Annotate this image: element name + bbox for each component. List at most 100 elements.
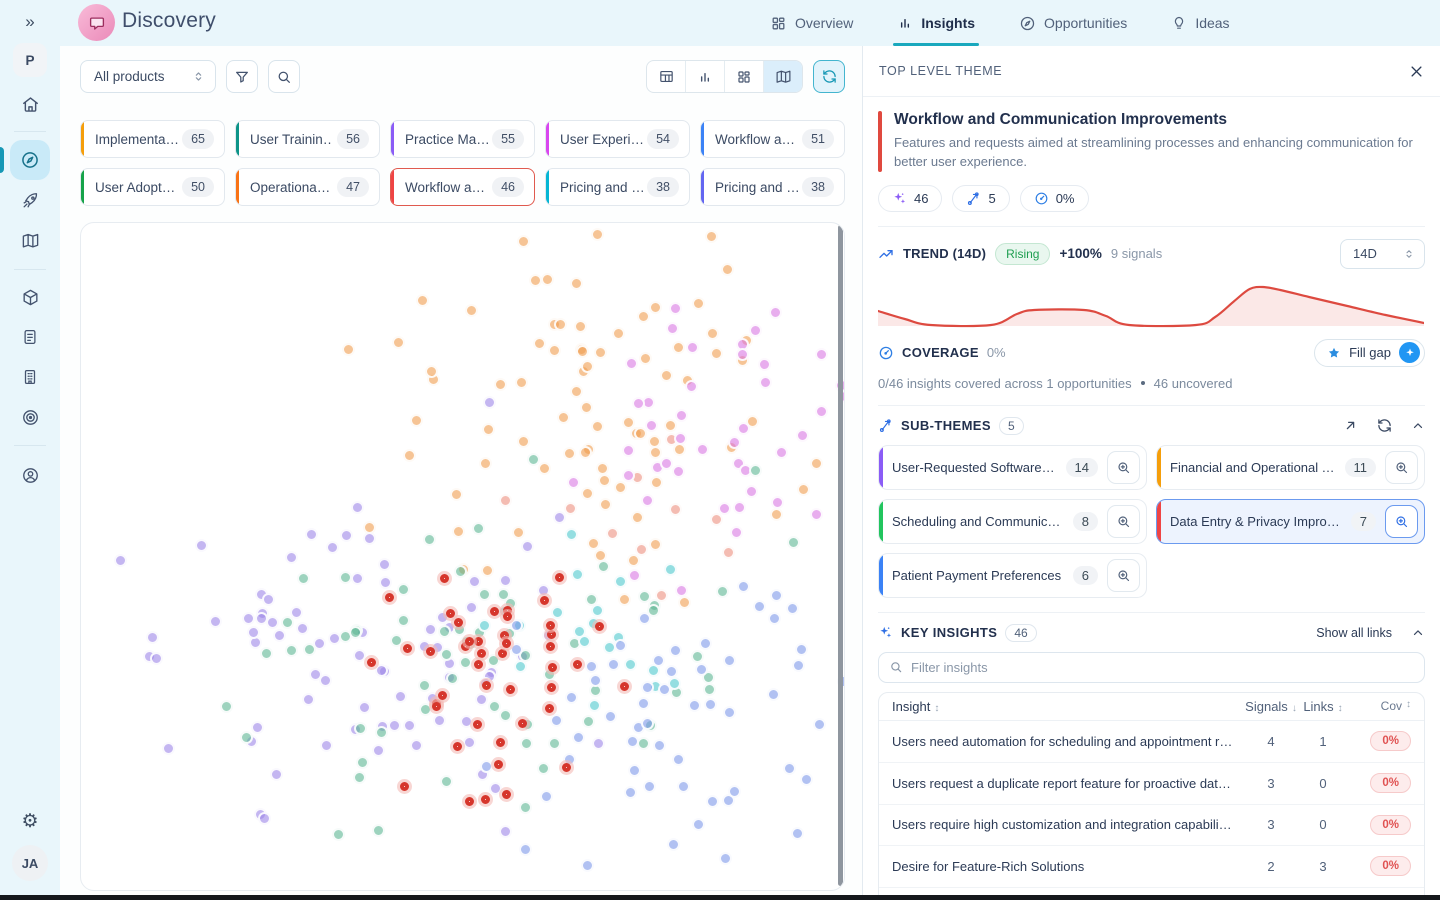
insight-point-training-green[interactable] (520, 737, 533, 750)
insight-point-workflow-periwinkle[interactable] (572, 731, 585, 744)
insight-point-implementation-orange[interactable] (452, 525, 465, 538)
col-signals[interactable]: Signals↓ (1245, 699, 1297, 714)
subtheme-card[interactable]: Data Entry & Privacy Improv… 7 (1156, 499, 1425, 544)
insight-point-user-experience-orchid[interactable] (718, 502, 731, 515)
insight-point-training-green[interactable] (691, 650, 704, 663)
insight-point-user-adoption-purple[interactable] (150, 652, 163, 665)
insight-point-training-green[interactable] (497, 588, 510, 601)
insight-point-training-green[interactable] (478, 588, 491, 601)
insight-point-user-adoption-purple[interactable] (363, 532, 376, 545)
insight-point-data-entry-privacy-selected[interactable] (498, 649, 507, 658)
insight-point-training-green[interactable] (220, 700, 233, 713)
insight-point-workflow-periwinkle[interactable] (665, 665, 678, 678)
insight-point-implementation-orange[interactable] (416, 294, 429, 307)
insight-point-data-entry-privacy-selected[interactable] (494, 760, 503, 769)
app-logo-chat-bubble-icon[interactable] (78, 4, 115, 41)
insight-point-user-adoption-purple[interactable] (424, 623, 437, 636)
insight-point-training-green[interactable] (440, 775, 453, 788)
insight-point-training-green[interactable] (749, 464, 762, 477)
insight-point-user-experience-orchid[interactable] (771, 496, 784, 509)
insight-point-user-adoption-purple[interactable] (320, 739, 333, 752)
insight-point-data-entry-privacy-selected[interactable] (473, 720, 482, 729)
insight-point-implementation-orange[interactable] (392, 336, 405, 349)
insight-point-implementation-orange[interactable] (481, 564, 494, 577)
insight-point-implementation-orange[interactable] (450, 488, 463, 501)
insight-point-training-green[interactable] (787, 536, 800, 549)
insight-point-workflow-periwinkle[interactable] (589, 674, 602, 687)
insight-point-data-entry-privacy-selected[interactable] (555, 573, 564, 582)
insight-point-training-green[interactable] (356, 756, 369, 769)
insight-point-implementation-orange[interactable] (479, 457, 492, 470)
insight-point-training-green[interactable] (418, 679, 431, 692)
insight-point-implementation-orange[interactable] (517, 435, 530, 448)
insight-point-implementation-orange[interactable] (797, 483, 810, 496)
insight-point-pricing-cyan[interactable] (565, 528, 578, 541)
expand-sidebar-icon[interactable]: » (0, 8, 60, 36)
insight-point-implementation-orange[interactable] (570, 277, 583, 290)
insight-point-data-entry-privacy-selected[interactable] (453, 742, 462, 751)
subtheme-card[interactable]: Financial and Operational Tr… 11 (1156, 445, 1425, 490)
open-external-icon[interactable] (1343, 418, 1358, 433)
insight-point-user-adoption-purple[interactable] (195, 539, 208, 552)
insight-point-workflow-periwinkle[interactable] (767, 688, 780, 701)
insight-point-training-green[interactable] (353, 771, 366, 784)
insight-point-data-entry-privacy-selected[interactable] (385, 593, 394, 602)
insight-point-implementation-orange[interactable] (649, 301, 662, 314)
insight-point-workflow-periwinkle[interactable] (677, 780, 690, 793)
insight-point-user-adoption-purple[interactable] (242, 612, 255, 625)
coverage-badge[interactable]: 0% (1020, 185, 1089, 212)
insight-point-user-adoption-purple[interactable] (468, 575, 481, 588)
insight-point-training-green[interactable] (440, 648, 453, 661)
insight-point-data-entry-privacy-selected[interactable] (446, 609, 455, 618)
insight-point-workflow-periwinkle[interactable] (692, 818, 705, 831)
insight-point-pricing-cyan[interactable] (573, 625, 586, 638)
insight-point-workflow-periwinkle[interactable] (770, 589, 783, 602)
insight-point-user-experience-orchid[interactable] (641, 494, 654, 507)
insight-point-user-adoption-purple[interactable] (410, 739, 423, 752)
insights-count-badge[interactable]: 46 (878, 185, 942, 212)
insight-point-workflow-periwinkle[interactable] (585, 660, 598, 673)
insight-point-workflow-periwinkle[interactable] (519, 843, 532, 856)
nav-tab-overview[interactable]: Overview (770, 0, 853, 46)
insight-point-data-entry-privacy-selected[interactable] (474, 660, 483, 669)
insight-point-workflow-periwinkle[interactable] (669, 644, 682, 657)
insight-point-workflow-periwinkle[interactable] (614, 639, 627, 652)
insight-point-data-entry-privacy-selected[interactable] (503, 612, 512, 621)
insight-point-user-adoption-purple[interactable] (114, 554, 127, 567)
insight-point-training-green[interactable] (703, 683, 716, 696)
insight-point-implementation-orange[interactable] (557, 411, 570, 424)
theme-chip[interactable]: Workflow a… 51 (700, 120, 845, 158)
refresh-button[interactable] (813, 60, 845, 93)
zoom-in-button[interactable] (1107, 451, 1140, 484)
map-scrollbar[interactable] (838, 225, 843, 886)
insight-point-data-entry-privacy-selected[interactable] (546, 621, 555, 630)
insight-point-training-green[interactable] (375, 726, 388, 739)
insight-point-user-experience-orchid[interactable] (660, 457, 673, 470)
insight-point-implementation-orange[interactable] (810, 457, 823, 470)
insight-point-implementation-orange[interactable] (612, 327, 625, 340)
insight-point-workflow-periwinkle[interactable] (540, 790, 553, 803)
insight-point-user-adoption-purple[interactable] (378, 558, 391, 571)
view-table-button[interactable] (647, 61, 685, 92)
insight-point-workflow-periwinkle[interactable] (795, 643, 808, 656)
theme-chip[interactable]: User Adopt… 50 (80, 168, 225, 206)
insight-point-data-entry-privacy-selected[interactable] (465, 637, 474, 646)
insight-point-training-green[interactable] (597, 560, 610, 573)
insight-point-user-experience-orchid[interactable] (628, 569, 641, 582)
insight-point-data-entry-privacy-selected[interactable] (482, 681, 491, 690)
insight-point-implementation-orange[interactable] (538, 462, 551, 475)
insight-point-workflow-periwinkle[interactable] (565, 691, 578, 704)
insight-point-salmon-mixed[interactable] (635, 543, 648, 556)
insight-point-workflow-periwinkle[interactable] (768, 612, 781, 625)
insight-point-workflow-periwinkle[interactable] (628, 764, 641, 777)
insight-point-implementation-orange[interactable] (581, 487, 594, 500)
zoom-in-button[interactable] (1107, 559, 1140, 592)
zoom-in-button[interactable] (1107, 505, 1140, 538)
insight-point-user-adoption-purple[interactable] (379, 576, 392, 589)
insight-point-salmon-mixed[interactable] (499, 494, 512, 507)
insight-point-user-adoption-purple[interactable] (460, 715, 473, 728)
collapse-chevron-icon[interactable] (1411, 626, 1425, 640)
insight-point-pricing-cyan[interactable] (614, 575, 627, 588)
insight-point-user-adoption-purple[interactable] (146, 631, 159, 644)
insight-point-data-entry-privacy-selected[interactable] (547, 630, 556, 639)
